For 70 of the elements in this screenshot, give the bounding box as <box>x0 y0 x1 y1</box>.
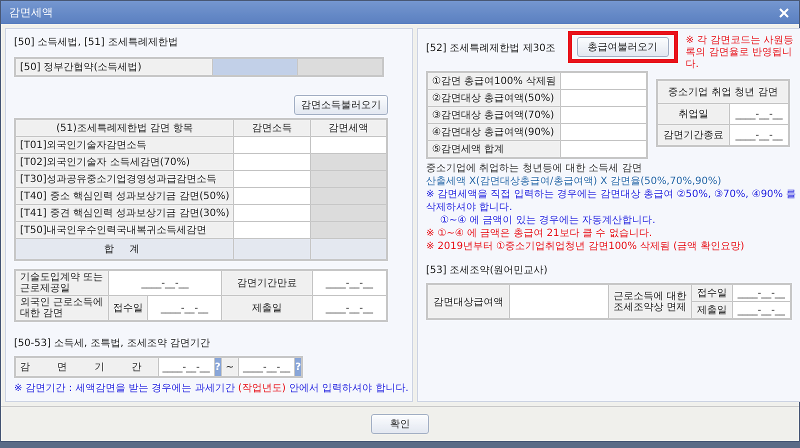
amount-field[interactable] <box>560 106 647 124</box>
row-label: [T02]외국인기술자 소득세감면(70%) <box>15 154 234 171</box>
date-field[interactable]: ____-__-__ <box>238 357 295 378</box>
amount-field[interactable] <box>560 90 647 107</box>
row-label: 근로소득에 대한 조세조약상 면제 <box>608 284 692 320</box>
row-label: [T41] 중견 핵심인력 성과보상기금 감면(30%) <box>15 204 234 222</box>
row-label: 감 면 기 간 <box>15 357 158 378</box>
row-label: [50] 정부간협약(소득세법) <box>15 58 212 76</box>
note-text: ※ 감면세액을 직접 입력하는 경우에는 감면대상 총급여 ②50%, ③70%, ④90% 를 삭제하셔야 합니다. <box>426 188 798 214</box>
row-label: [T01]외국인기술자감면소득 <box>15 136 234 154</box>
date-field[interactable]: ____-__-__ <box>148 296 222 322</box>
note-text: 산출세액 X(감면대상총급여/총급여액) X 감면율(50%,70%,90%) <box>426 175 722 188</box>
date-field[interactable]: ____-__-__ <box>730 124 789 146</box>
amount-field[interactable] <box>560 140 647 158</box>
date-field[interactable]: ____-__-__ <box>158 357 214 378</box>
load-income-button[interactable]: 감면소득불러오기 <box>294 95 388 116</box>
amount-field[interactable] <box>234 170 310 188</box>
column-header: 감면소득 <box>234 119 310 137</box>
row-label: ①감면 총급여100% 삭제됨 <box>427 72 560 90</box>
date-field[interactable]: ____-__-__ <box>732 284 791 302</box>
row-label: ④감면대상 총급여액(90%) <box>427 124 560 141</box>
date-field[interactable]: ____-__-__ <box>312 296 387 322</box>
amount-field[interactable] <box>510 284 609 320</box>
row-label: 외국인 근로소득에 대한 감면 <box>15 296 108 322</box>
window-title: 감면세액 <box>9 5 53 20</box>
section-title: [53] 조세조약(원어민교사) <box>426 264 549 278</box>
load-salary-button[interactable]: 총급여불러오기 <box>576 37 669 58</box>
amount-field[interactable] <box>234 136 310 154</box>
date-field[interactable]: ____-__-__ <box>730 104 789 125</box>
note-text: 중소기업에 취업하는 청년등에 대한 소득세 감면 <box>426 162 643 176</box>
notice-text: ※ 각 감면코드는 사원등록의 감면율로 반영됩니다. <box>686 35 795 72</box>
total-label: 합 계 <box>15 238 234 260</box>
row-label: 접수일 <box>108 296 148 322</box>
row-label: 접수일 <box>692 284 732 302</box>
row-label: 감면대상급여액 <box>427 284 510 320</box>
row-label: 감면기간만료 <box>222 270 312 296</box>
row-label: ②감면대상 총급여액(50%) <box>427 90 560 107</box>
row-label: [T30]성과공유중소기업경영성과급감면소득 <box>15 170 234 188</box>
section-title: [52] 조세특례제한법 제30조 <box>426 42 556 56</box>
row-label: 취업일 <box>657 104 730 125</box>
date-field[interactable]: ____-__-__ <box>108 270 222 296</box>
table-title: 중소기업 취업 청년 감면 <box>657 80 789 104</box>
amount-field[interactable] <box>234 188 310 205</box>
row-label: 제출일 <box>222 296 312 322</box>
amount-field[interactable] <box>234 154 310 171</box>
row-label: ③감면대상 총급여액(70%) <box>427 106 560 124</box>
amount-field[interactable] <box>560 124 647 141</box>
amount-field[interactable] <box>560 72 647 90</box>
row-label: 감면기간종료 <box>657 124 730 146</box>
note-text: ※ 2019년부터 ①중소기업취업청년 감면100% 삭제됨 (금액 확인요망) <box>426 240 746 254</box>
row-label: 제출일 <box>692 302 732 320</box>
note-text: ※ ①~④ 에 금액은 총급여 21보다 클 수 없습니다. <box>426 227 654 240</box>
tilde-label: ~ <box>221 357 238 378</box>
row-label: 기술도입계약 또는 근로제공일 <box>15 270 108 296</box>
date-field[interactable]: ____-__-__ <box>732 302 791 320</box>
section-title: [50-53] 소득세, 조특법, 조세조약 감면기간 <box>14 337 211 350</box>
column-header: 감면세액 <box>310 119 387 137</box>
amount-field[interactable] <box>234 222 310 239</box>
ok-button[interactable]: 확인 <box>371 414 429 434</box>
amount-field[interactable] <box>212 58 298 76</box>
section-title: [50] 소득세법, [51] 조세특례제한법 <box>14 36 179 50</box>
row-label: [T50]내국인우수인력국내복귀소득세감면 <box>15 222 234 239</box>
column-header: (51)조세특례제한법 감면 항목 <box>15 119 234 137</box>
note-text: ①~④ 에 금액이 있는 경우에는 자동계산합니다. <box>439 214 656 228</box>
row-label: [T40] 중소 핵심인력 성과보상기금 감면(50%) <box>15 188 234 205</box>
close-icon[interactable] <box>777 6 791 20</box>
date-field[interactable]: ____-__-__ <box>312 270 387 296</box>
row-label: ⑤감면세액 합계 <box>427 140 560 158</box>
amount-field[interactable] <box>310 136 387 154</box>
amount-field[interactable] <box>234 204 310 222</box>
